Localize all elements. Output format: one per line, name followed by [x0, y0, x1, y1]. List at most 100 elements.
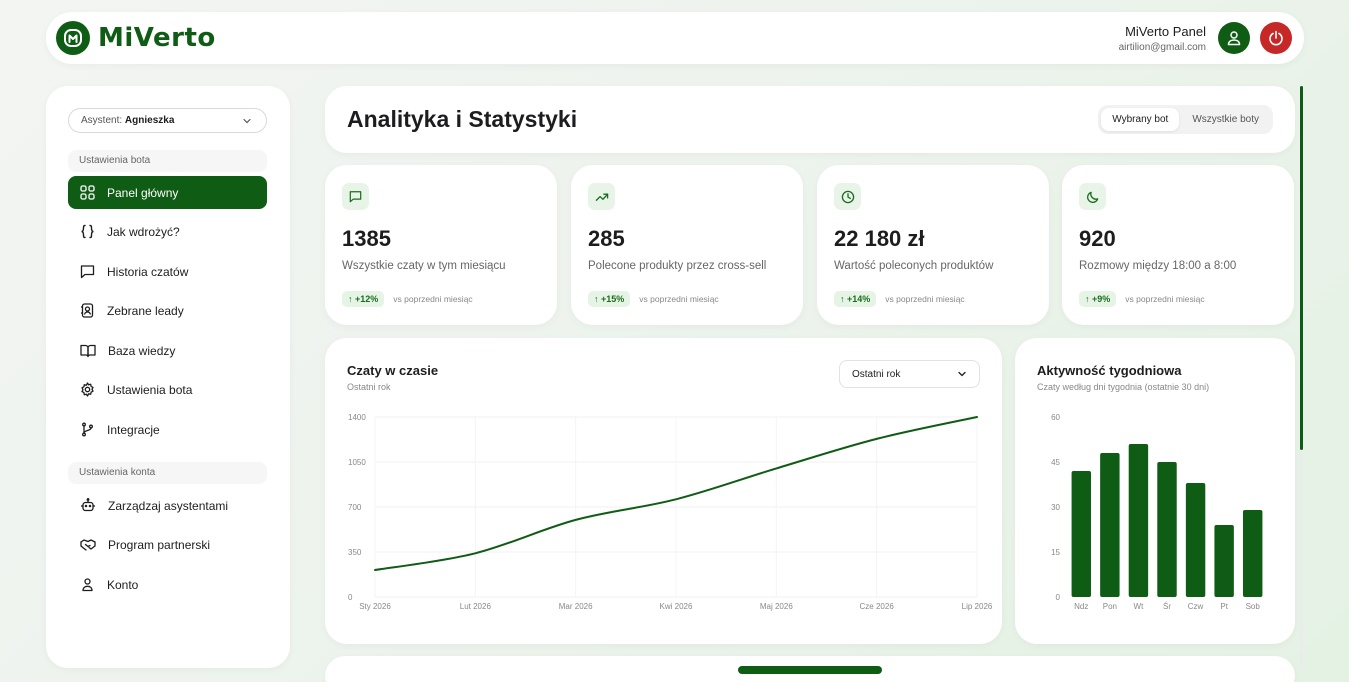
line-chart: 0 350 700 1050 1400 Sty 2026 Lut 2026 Mar 2026 K…	[348, 413, 993, 611]
chat-icon	[80, 265, 95, 279]
x-tick-label: Sob	[1246, 602, 1261, 611]
sidebar-item-label: Zarządzaj asystentami	[108, 498, 229, 513]
handshake-icon	[80, 539, 96, 551]
y-tick-label: 60	[1051, 413, 1060, 422]
stat-card-cross-sell: 285 Polecone produkty przez cross-sell ↑…	[571, 165, 803, 325]
sidebar: Asystent: Agnieszka Ustawienia bota Pane…	[46, 86, 290, 668]
assistant-select-value: Agnieszka	[124, 115, 175, 126]
x-tick-label: Śr	[1163, 602, 1171, 611]
y-tick-label: 350	[348, 548, 362, 557]
bottom-card	[325, 656, 1295, 682]
x-tick-label: Pon	[1103, 602, 1117, 611]
assistant-select[interactable]: Asystent: Agnieszka	[68, 108, 267, 133]
sidebar-item-label: Jak wdrożyć?	[107, 224, 180, 239]
user-email: airtilion@gmail.com	[1118, 41, 1206, 53]
stat-change-badge: ↑ +12%	[342, 291, 385, 307]
power-icon	[1269, 30, 1283, 46]
page-title: Analityka i Statystyki	[347, 106, 578, 132]
stat-label: Polecone produkty przez cross-sell	[588, 260, 767, 272]
code-braces-icon	[81, 224, 94, 239]
y-tick-label: 15	[1051, 548, 1060, 557]
bar	[1100, 453, 1120, 597]
section-label-account: Ustawienia konta	[68, 462, 267, 484]
bar	[1157, 462, 1177, 597]
y-tick-label: 30	[1051, 503, 1060, 512]
bar	[1128, 444, 1149, 597]
scrollbar-thumb[interactable]	[1300, 86, 1303, 450]
logo[interactable]: MiVerto	[56, 21, 216, 55]
stat-card-night: 920 Rozmowy między 18:00 a 8:00 ↑ +9% vs …	[1062, 165, 1294, 325]
gear-icon	[81, 382, 94, 397]
y-tick-label: 0	[1056, 593, 1061, 602]
sidebar-item-zebrane-leady[interactable]: Zebrane leady	[68, 294, 267, 327]
toggle-all-bots[interactable]: Wszystkie boty	[1181, 108, 1270, 131]
stat-change-badge: ↑ +14%	[834, 291, 877, 307]
sidebar-item-jak-wdrozyc[interactable]: Jak wdrożyć?	[68, 215, 267, 248]
sidebar-item-konto[interactable]: Konto	[68, 568, 267, 601]
profile-button[interactable]	[1218, 22, 1250, 54]
stat-change-note: vs poprzedni miesiąc	[639, 294, 719, 304]
stat-change-badge: ↑ +9%	[1079, 291, 1117, 307]
sidebar-item-ustawienia-bota[interactable]: Ustawienia bota	[68, 373, 267, 406]
y-tick-label: 1400	[348, 413, 366, 422]
bar	[1243, 510, 1263, 597]
x-tick-label: Maj 2026	[760, 602, 793, 611]
bar	[1071, 471, 1091, 597]
x-tick-label: Kwi 2026	[660, 602, 693, 611]
x-tick-label: Cze 2026	[860, 602, 895, 611]
stat-label: Wartość poleconych produktów	[834, 260, 994, 272]
x-tick-label: Czw	[1188, 602, 1204, 611]
logout-button[interactable]	[1260, 22, 1292, 54]
sidebar-item-baza-wiedzy[interactable]: Baza wiedzy	[68, 334, 267, 367]
section-label-bot: Ustawienia bota	[68, 150, 267, 172]
grid-icon	[80, 185, 95, 200]
bar-chart: 0 15 30 45 60 Ndz Pon Wt Śr Czw Pt Sob	[1051, 413, 1263, 611]
x-tick-label: Ndz	[1074, 602, 1088, 611]
weekly-activity-card: Aktywność tygodniowa Czaty według dni ty…	[1015, 338, 1295, 644]
x-tick-label: Lip 2026	[962, 602, 993, 611]
stat-label: Rozmowy między 18:00 a 8:00	[1079, 260, 1237, 272]
user-name: MiVerto Panel	[1125, 23, 1206, 39]
user-icon	[1227, 31, 1241, 46]
sidebar-item-label: Konto	[107, 577, 139, 592]
sidebar-item-integracje[interactable]: Integracje	[68, 413, 267, 446]
stat-card-chats: 1385 Wszystkie czaty w tym miesiącu ↑ +1…	[325, 165, 557, 325]
y-tick-label: 1050	[348, 458, 366, 467]
toggle-selected-bot[interactable]: Wybrany bot	[1101, 108, 1180, 131]
bar	[1185, 483, 1206, 597]
robot-icon	[81, 498, 95, 512]
sidebar-item-label: Ustawienia bota	[107, 382, 193, 397]
logo-icon	[56, 21, 90, 55]
top-bar: MiVerto MiVerto Panel airtilion@gmail.co…	[46, 12, 1304, 64]
page-header: Analityka i Statystyki Wybrany bot Wszys…	[325, 86, 1295, 153]
moon-icon	[1079, 183, 1106, 210]
stat-label: Wszystkie czaty w tym miesiącu	[342, 260, 506, 272]
sidebar-item-zarzadzaj-asystentami[interactable]: Zarządzaj asystentami	[68, 489, 267, 522]
sidebar-item-historia-czatow[interactable]: Historia czatów	[68, 255, 267, 288]
chevron-down-icon	[243, 118, 251, 123]
sidebar-item-label: Program partnerski	[108, 537, 211, 552]
chats-over-time-card: Czaty w czasie Ostatni rok Ostatni rok 0…	[325, 338, 1002, 644]
assistant-select-label: Asystent:	[81, 115, 123, 126]
x-tick-label: Sty 2026	[359, 602, 391, 611]
user-icon	[82, 578, 93, 592]
sidebar-item-label: Baza wiedzy	[108, 343, 176, 358]
x-tick-label: Mar 2026	[559, 602, 593, 611]
user-info: MiVerto Panel airtilion@gmail.com	[1119, 24, 1206, 53]
x-tick-label: Lut 2026	[460, 602, 492, 611]
bot-scope-toggle: Wybrany bot Wszystkie boty	[1098, 105, 1273, 134]
y-tick-label: 45	[1051, 458, 1060, 467]
sidebar-item-program-partnerski[interactable]: Program partnerski	[68, 528, 267, 561]
sidebar-item-panel-glowny[interactable]: Panel główny	[68, 176, 267, 209]
sidebar-item-label: Panel główny	[107, 185, 179, 200]
sidebar-item-label: Historia czatów	[107, 264, 189, 279]
sidebar-item-label: Zebrane leady	[107, 303, 184, 318]
chat-icon	[342, 183, 369, 210]
stat-card-value: 22 180 zł Wartość poleconych produktów ↑…	[817, 165, 1049, 325]
branch-icon	[82, 422, 93, 437]
stat-value: 1385	[342, 226, 391, 251]
contact-icon	[81, 303, 94, 318]
stat-value: 285	[588, 226, 625, 251]
x-tick-label: Wt	[1134, 602, 1145, 611]
book-icon	[80, 344, 96, 358]
